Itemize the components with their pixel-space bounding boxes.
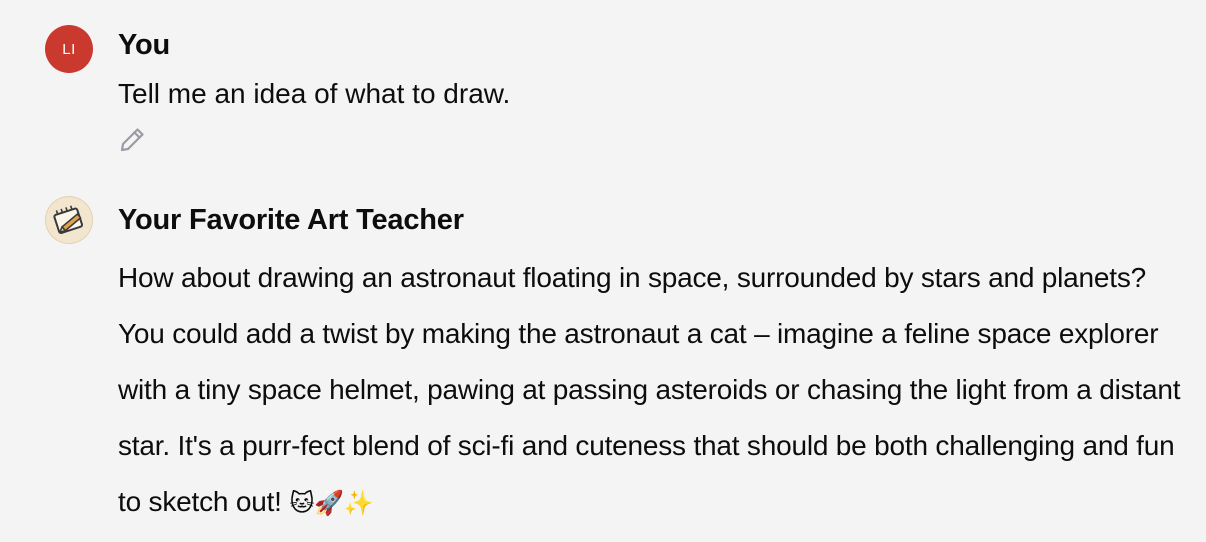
- pencil-icon: [120, 128, 144, 152]
- edit-message-button[interactable]: [116, 124, 148, 156]
- user-message-text: Tell me an idea of what to draw.: [118, 78, 511, 109]
- user-avatar-initials: LI: [62, 40, 76, 58]
- assistant-message-emojis: 🐱🚀✨: [289, 489, 374, 517]
- assistant-avatar: [45, 196, 93, 244]
- assistant-message-body: How about drawing an astronaut floating …: [118, 262, 1181, 517]
- assistant-author-name: Your Favorite Art Teacher: [118, 204, 464, 236]
- assistant-message-text: How about drawing an astronaut floating …: [118, 250, 1193, 531]
- user-avatar: LI: [45, 25, 93, 73]
- user-author-name: You: [118, 29, 171, 61]
- sketchbook-pencil-icon: [53, 205, 84, 235]
